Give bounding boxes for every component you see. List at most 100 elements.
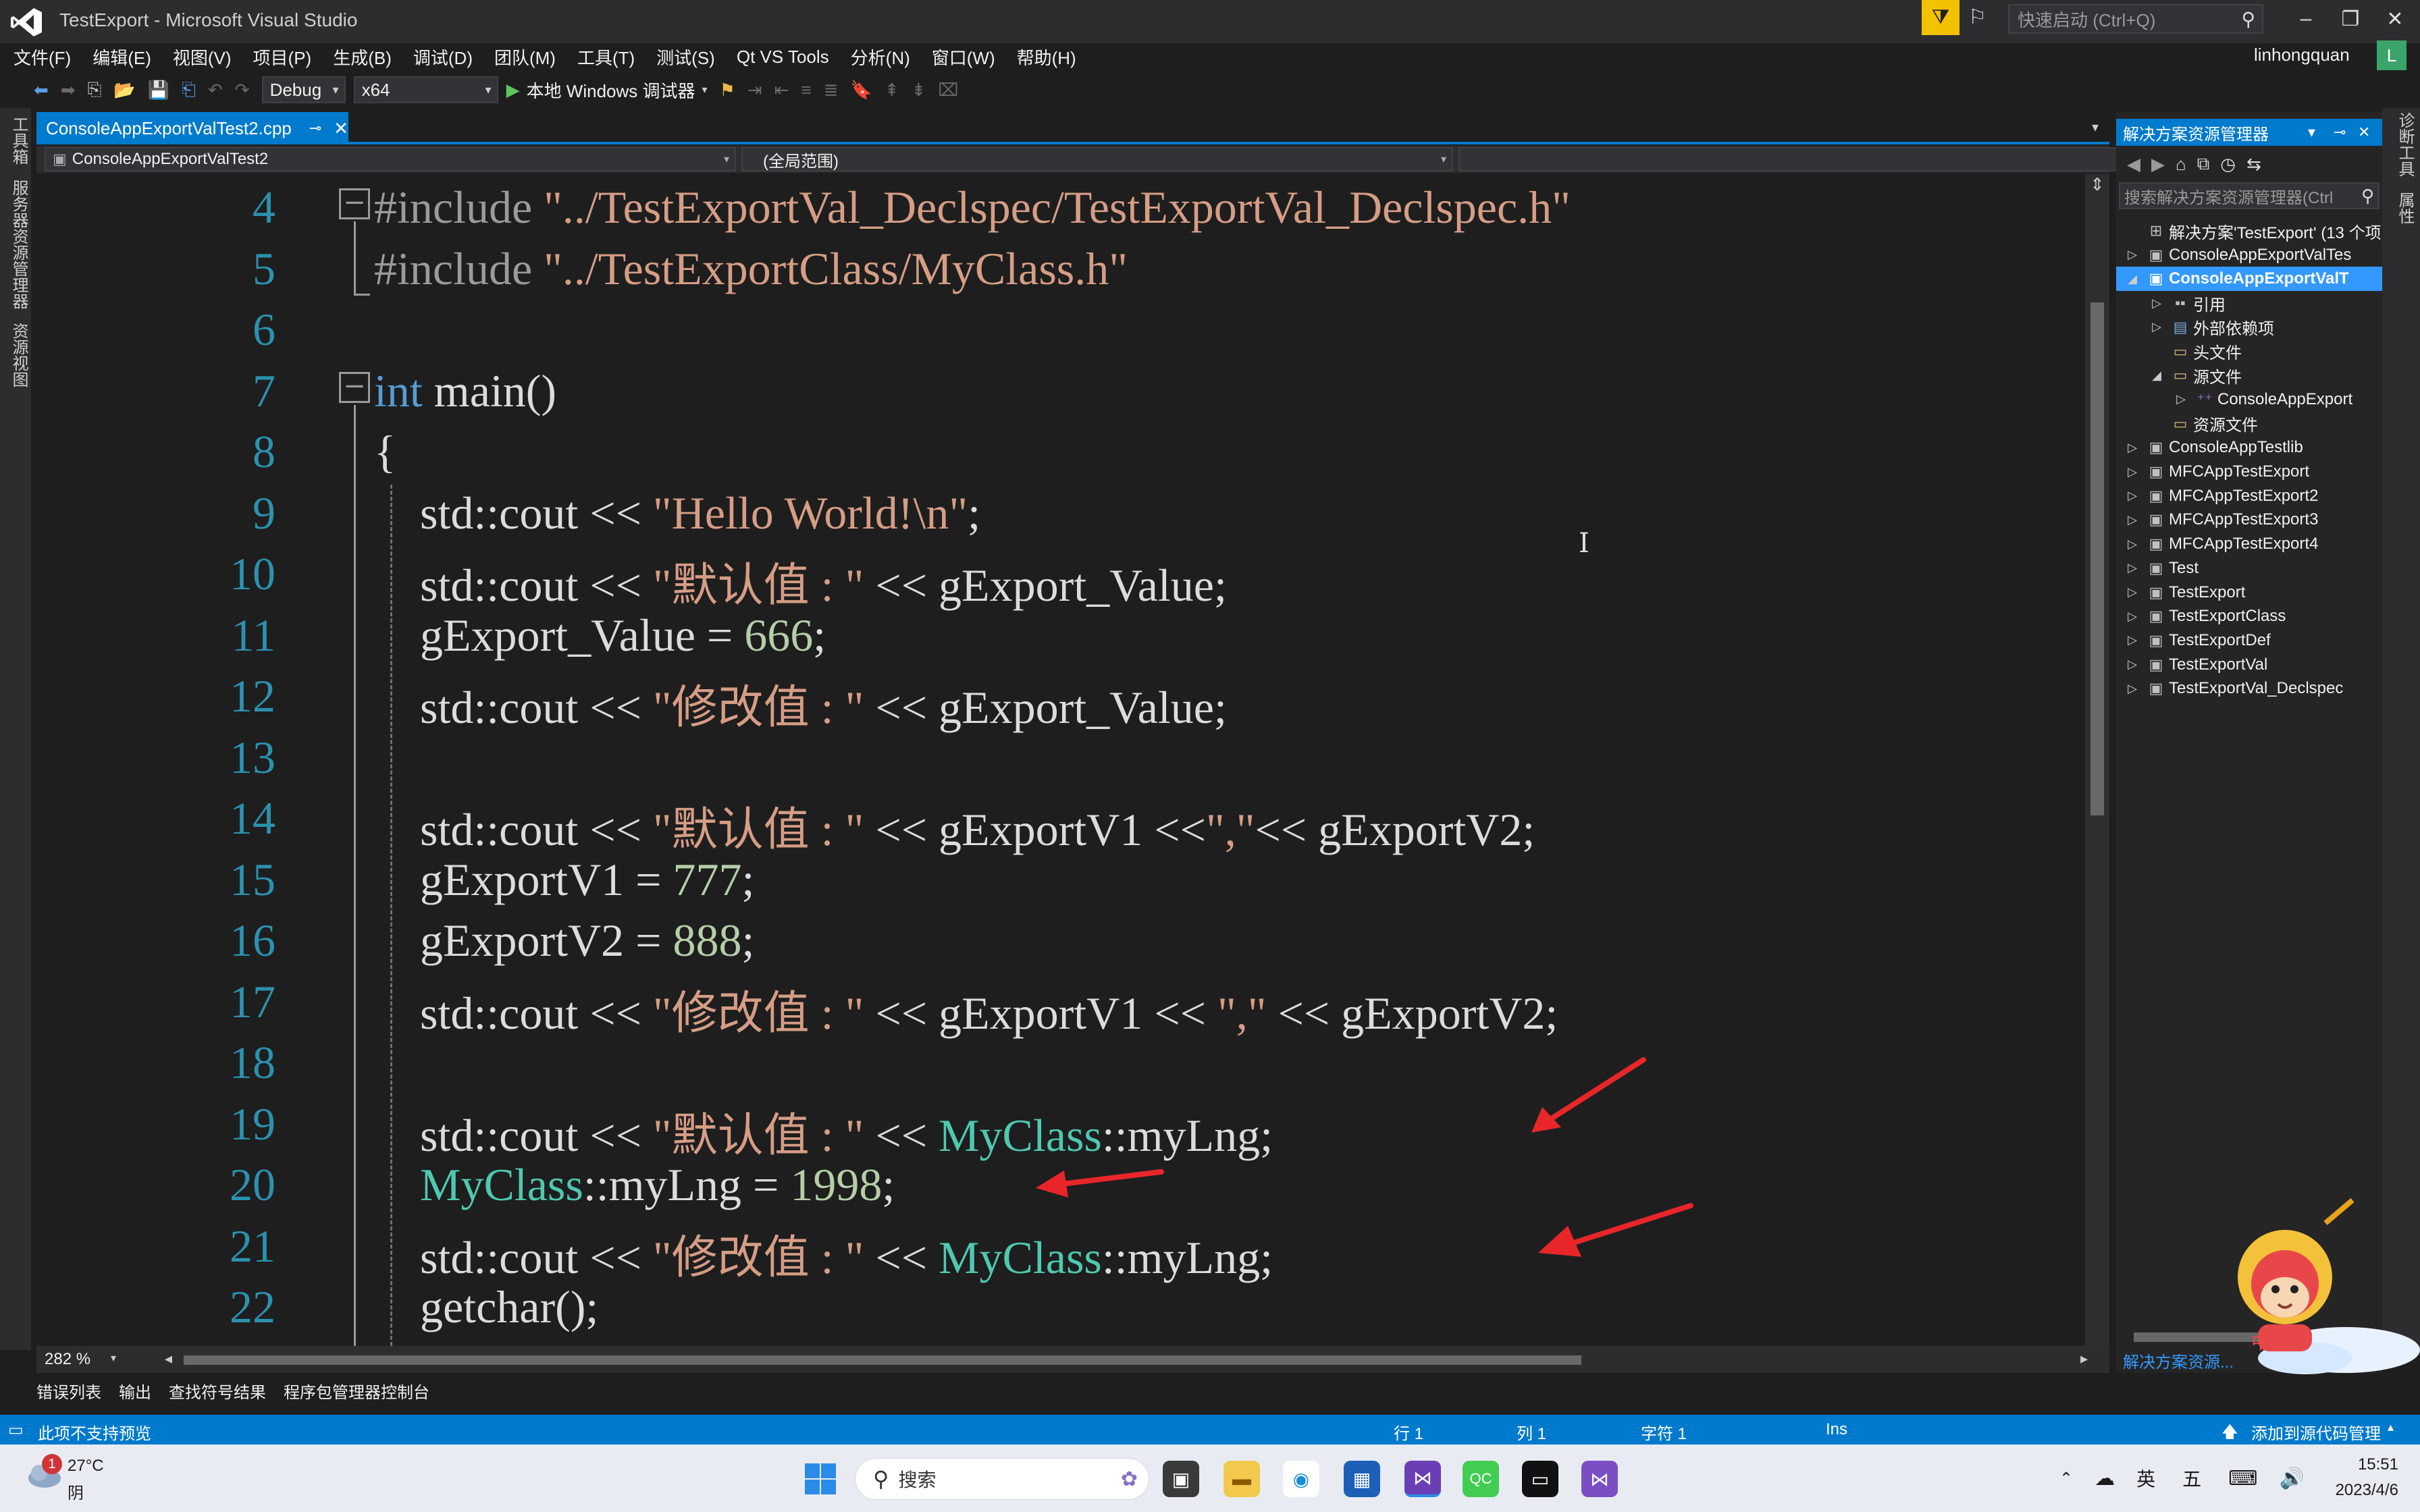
solution-tree-item[interactable]: ▷ ▣ TestExportVal_Declspec — [2116, 676, 2382, 701]
collapse-include-block-icon[interactable]: − — [339, 188, 370, 219]
code-line[interactable]: #include "../TestExportVal_Declspec/Test… — [374, 181, 1571, 234]
solution-tree-item[interactable]: ▷ ⁺⁺ ConsoleAppExport — [2116, 387, 2382, 412]
expand-arrow-icon[interactable]: ▷ — [2122, 489, 2143, 503]
menu-test[interactable]: 测试(S) — [656, 45, 727, 70]
expand-arrow-icon[interactable]: ▷ — [2122, 441, 2143, 455]
split-window-icon[interactable]: ⇕ — [2086, 174, 2108, 197]
back-icon[interactable]: ◀ — [2127, 154, 2140, 175]
server-explorer-tab[interactable]: 服务器资源管理器 — [7, 180, 30, 309]
scrollbar-thumb[interactable] — [2090, 302, 2104, 815]
code-line[interactable]: #include "../TestExportClass/MyClass.h" — [374, 242, 1128, 296]
configuration-select[interactable]: Debug ▾ — [261, 76, 346, 103]
expand-arrow-icon[interactable]: ◢ — [2146, 369, 2167, 383]
weather-description[interactable]: 阴 — [68, 1480, 84, 1503]
solution-tree-item[interactable]: ▷ ▣ ConsoleAppTestlib — [2116, 435, 2382, 460]
avatar[interactable]: L — [2377, 40, 2406, 70]
expand-arrow-icon[interactable]: ▷ — [2122, 682, 2143, 696]
menu-view[interactable]: 视图(V) — [173, 45, 244, 70]
code-line[interactable]: gExportV1 = 777; — [374, 853, 754, 907]
prev-bookmark-icon[interactable]: ⇞ — [885, 80, 899, 101]
menu-qt-vs-tools[interactable]: Qt VS Tools — [737, 47, 841, 68]
input-language[interactable]: 英 — [2136, 1465, 2155, 1492]
solution-tree-item[interactable]: ⊞ 解决方案'TestExport' (13 个项 — [2116, 219, 2382, 243]
save-icon[interactable]: 💾 — [148, 80, 169, 101]
editor-horizontal-scrollbar[interactable]: ◂ ▸ — [136, 1350, 2095, 1369]
open-file-icon[interactable]: 📂 — [113, 80, 135, 101]
document-tab[interactable]: ConsoleAppExportValTest2.cpp ⊸ ✕ — [36, 112, 348, 144]
sync-icon[interactable]: ⇆ — [2246, 154, 2261, 175]
editor-vertical-scrollbar[interactable] — [2085, 174, 2109, 1346]
platform-select[interactable]: x64 ▾ — [353, 76, 498, 103]
expand-arrow-icon[interactable]: ▷ — [2170, 392, 2192, 406]
pending-changes-icon[interactable]: ◷ — [2220, 154, 2236, 175]
code-line[interactable]: { — [374, 425, 396, 479]
tab-find-symbol-results[interactable]: 查找符号结果 — [169, 1379, 266, 1403]
bookmark-icon[interactable]: 🔖 — [850, 80, 872, 101]
tab-output[interactable]: 输出 — [119, 1379, 151, 1403]
redo-icon[interactable]: ↷ — [235, 80, 250, 101]
expand-arrow-icon[interactable]: ▷ — [2122, 610, 2143, 624]
chevron-down-icon[interactable]: ▾ — [111, 1351, 116, 1365]
code-line[interactable]: std::cout << "修改值 : " << gExport_Value; — [374, 670, 1227, 736]
chevron-up-icon[interactable]: ⌃ — [2059, 1469, 2073, 1488]
code-line[interactable]: int main() — [374, 364, 556, 418]
code-line[interactable]: gExportV2 = 888; — [374, 914, 754, 967]
close-icon[interactable]: ✕ — [2358, 124, 2370, 141]
save-all-icon[interactable]: ⎗ — [182, 79, 196, 101]
home-icon[interactable]: ⌂ — [2176, 154, 2186, 175]
solution-tree-item[interactable]: ▷ ▣ Test — [2116, 556, 2382, 580]
solution-tree-item[interactable]: ▭ 资源文件 — [2116, 412, 2382, 436]
code-line[interactable]: std::cout << "修改值 : " << MyClass::myLng; — [374, 1220, 1273, 1287]
code-line[interactable]: std::cout << "Hello World!\n"; — [374, 487, 980, 540]
solution-tree-item[interactable]: ▷ ▣ TestExport — [2116, 580, 2382, 605]
uncomment-icon[interactable]: ≣ — [824, 80, 839, 101]
solution-tree-item[interactable]: ▷ ▣ TestExportDef — [2116, 628, 2382, 653]
expand-arrow-icon[interactable]: ◢ — [2122, 272, 2143, 286]
next-bookmark-icon[interactable]: ⇟ — [912, 80, 926, 101]
file-explorer-icon[interactable]: ▬ — [1224, 1461, 1260, 1497]
forward-icon[interactable]: ➡ — [61, 80, 76, 101]
terminal-icon[interactable]: ▭ — [1522, 1461, 1558, 1497]
scroll-left-icon[interactable]: ◂ — [165, 1350, 172, 1368]
tab-solution-explorer[interactable]: 解决方案资源... — [2123, 1349, 2234, 1372]
menu-analyze[interactable]: 分析(N) — [851, 45, 922, 70]
resource-view-tab[interactable]: 资源视图 — [7, 323, 30, 387]
network-icon[interactable]: ⌨ — [2228, 1467, 2257, 1490]
project-scope-select[interactable]: ▣ ConsoleAppExportValTest2 ▾ — [45, 147, 736, 171]
forward-icon[interactable]: ▶ — [2151, 154, 2165, 175]
solution-explorer-header[interactable]: 解决方案资源管理器 ▾ ⊸ ✕ — [2116, 119, 2382, 146]
toolbox-tab[interactable]: 工具箱 — [7, 116, 30, 165]
add-to-source-control-button[interactable]: 添加到源代码管理 — [2251, 1420, 2381, 1444]
expand-arrow-icon[interactable]: ▷ — [2146, 296, 2167, 310]
properties-tab[interactable]: 属性 — [2393, 192, 2417, 224]
solution-tree-item[interactable]: ▷ ▣ MFCAppTestExport — [2116, 460, 2382, 484]
menu-file[interactable]: 文件(F) — [14, 45, 83, 70]
onedrive-cloud-icon[interactable]: ☁ — [2095, 1467, 2115, 1490]
expand-arrow-icon[interactable]: ▷ — [2122, 585, 2143, 599]
member-select[interactable]: ▾ — [1458, 147, 2140, 171]
input-method-mode[interactable]: 五 — [2182, 1465, 2201, 1492]
menu-help[interactable]: 帮助(H) — [1017, 45, 1088, 70]
solution-tree-item[interactable]: ▷ ▣ TestExportClass — [2116, 604, 2382, 628]
tab-package-manager-console[interactable]: 程序包管理器控制台 — [284, 1379, 429, 1403]
code-editor[interactable]: 4 5 6 7 8 9 10 11 12 13 14 15 16 17 18 19 20 21 22 #includ… — [36, 174, 2089, 1346]
solution-tree-item[interactable]: ◢ ▭ 源文件 — [2116, 363, 2382, 387]
solution-tree-item[interactable]: ▷ ▣ TestExportVal — [2116, 653, 2382, 677]
minimize-button[interactable]: – — [2282, 4, 2330, 34]
clock-time[interactable]: 15:51 — [2317, 1455, 2398, 1474]
code-line[interactable]: MyClass::myLng = 1998; — [374, 1158, 895, 1212]
user-name[interactable]: linhongquan — [2254, 45, 2350, 65]
solution-search-input[interactable]: 搜索解决方案资源管理器(Ctrl ⚲ — [2119, 182, 2379, 209]
expand-arrow-icon[interactable]: ▷ — [2122, 465, 2143, 479]
code-line[interactable]: std::cout << "修改值 : " << gExportV1 << ",… — [374, 975, 1558, 1042]
tab-overflow-icon[interactable]: ▾ — [2092, 119, 2099, 136]
solution-tree-item[interactable]: ▷ ▣ MFCAppTestExport3 — [2116, 508, 2382, 532]
expand-arrow-icon[interactable]: ▷ — [2122, 537, 2143, 551]
tab-error-list[interactable]: 错误列表 — [36, 1379, 101, 1403]
undo-icon[interactable]: ↶ — [208, 80, 223, 101]
diagnostic-tools-tab[interactable]: 诊断工具 — [2393, 112, 2417, 177]
code-line[interactable]: std::cout << "默认值 : " << gExport_Value; — [374, 547, 1227, 614]
windows-start-icon[interactable] — [804, 1462, 837, 1496]
menu-debug[interactable]: 调试(D) — [413, 45, 485, 70]
visual-studio-taskbar-icon[interactable]: ⋈ — [1404, 1461, 1441, 1497]
